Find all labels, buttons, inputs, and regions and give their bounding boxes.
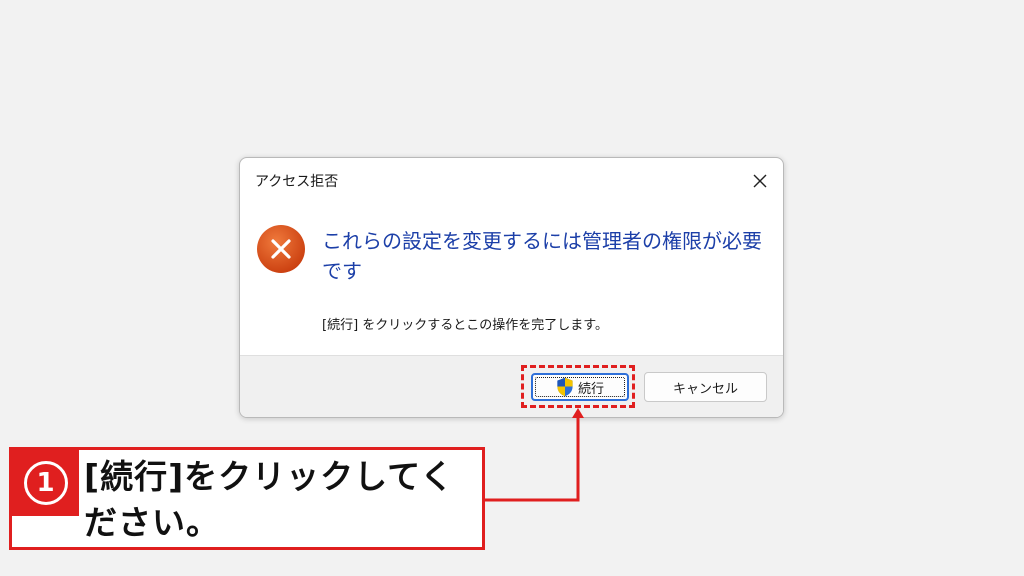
main-instruction: これらの設定を変更するには管理者の権限が必要です — [322, 229, 762, 283]
dialog-title-bar: アクセス拒否 — [240, 158, 783, 204]
close-button[interactable] — [743, 164, 777, 198]
cancel-button[interactable]: キャンセル — [644, 372, 767, 402]
dialog-title: アクセス拒否 — [255, 174, 339, 190]
content-text: [続行] をクリックするとこの操作を完了します。 — [322, 318, 608, 333]
callout-text: [続行]をクリックしてください。 — [84, 457, 455, 542]
step-badge: 1 — [12, 450, 79, 516]
access-denied-dialog: アクセス拒否 これらの設定を変更するには管理者の権限が必要です [続行] をクリ… — [239, 157, 784, 418]
step-number: 1 — [23, 461, 68, 505]
instruction-callout: 1 [続行]をクリックしてください。 — [9, 447, 485, 550]
continue-highlight — [521, 365, 635, 408]
error-icon — [257, 225, 305, 273]
dialog-footer: 続行 キャンセル — [240, 355, 783, 417]
close-icon — [753, 174, 767, 188]
